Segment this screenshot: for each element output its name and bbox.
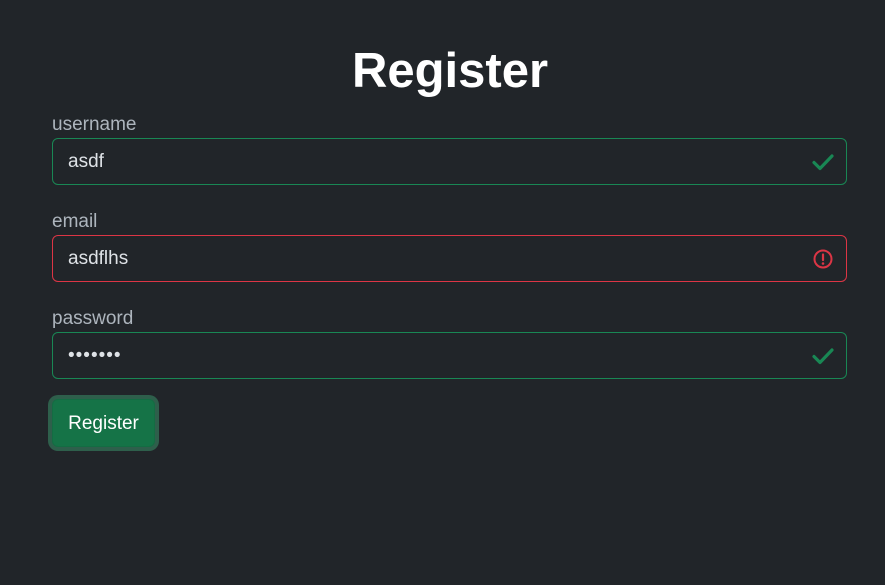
register-page: Register username email password Registe…: [0, 0, 885, 585]
email-input[interactable]: [53, 236, 846, 281]
password-label: password: [52, 308, 134, 329]
username-label: username: [52, 114, 137, 135]
page-title: Register: [351, 44, 549, 98]
email-field-wrapper: [52, 235, 847, 282]
username-field-wrapper: [52, 138, 847, 185]
email-label: email: [52, 211, 98, 232]
check-icon: [812, 348, 834, 365]
check-icon: [812, 154, 834, 171]
password-field-wrapper: [52, 332, 847, 379]
password-input[interactable]: [53, 333, 846, 378]
error-circle-icon: [813, 249, 833, 269]
username-input[interactable]: [53, 139, 846, 184]
register-button[interactable]: Register: [52, 399, 155, 447]
